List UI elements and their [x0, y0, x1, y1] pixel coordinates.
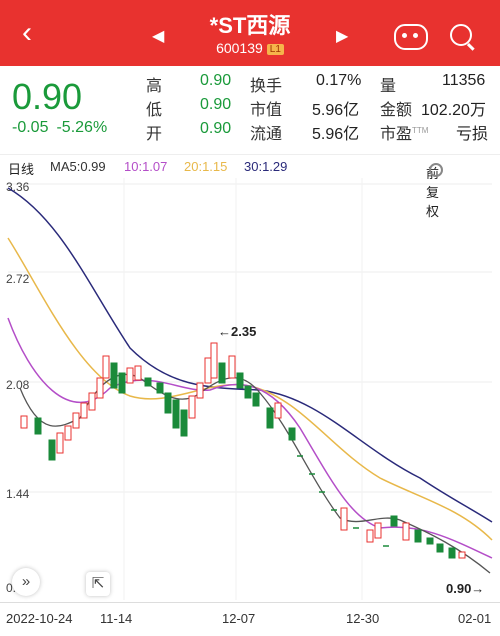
candle	[80, 402, 88, 419]
current-price: 0.90	[12, 76, 83, 117]
candle	[134, 365, 142, 381]
candle	[204, 357, 212, 384]
change-value: -0.05	[12, 119, 49, 136]
high-value: 0.90	[200, 72, 232, 89]
candle	[144, 377, 152, 387]
candle	[88, 392, 96, 411]
candle	[448, 547, 456, 559]
candle	[414, 529, 422, 543]
candle	[426, 537, 434, 545]
mktcap-label: 市值	[250, 102, 283, 119]
kline-chart[interactable]: 3.36 2.72 2.08 1.44 0.80 ←2.35 0.90→	[0, 178, 500, 600]
low-value: 0.90	[200, 96, 232, 113]
candle	[102, 355, 110, 379]
y-tick-label: 2.72	[6, 272, 30, 286]
ma20-legend: 20:1.15	[184, 159, 228, 174]
ma5-legend: MA5:0.99	[50, 159, 106, 174]
x-axis: 2022-10-24 11-14 12-07 12-30 02-01	[0, 602, 500, 633]
candle	[72, 412, 80, 429]
turnover-label: 换手	[250, 78, 283, 95]
x-tick-label: 02-01	[458, 611, 492, 626]
pe-ttm-sup: TTM	[412, 126, 429, 135]
tab-period[interactable]: 日线	[8, 159, 34, 178]
candle	[374, 522, 382, 539]
candle	[48, 439, 56, 461]
low-marker-label: 0.90→	[446, 581, 484, 596]
open-label: 开	[146, 126, 163, 143]
candle	[366, 529, 374, 543]
search-icon[interactable]	[450, 24, 472, 46]
ma30-legend: 30:1.29	[244, 159, 288, 174]
candle	[236, 372, 244, 389]
candle	[118, 372, 126, 394]
open-value: 0.90	[200, 120, 232, 137]
candle	[210, 342, 218, 379]
low-label: 低	[146, 102, 163, 119]
y-tick-label: 1.44	[6, 487, 30, 501]
candle	[288, 427, 296, 441]
candle	[390, 515, 398, 527]
pe-label-text: 市盈	[380, 126, 413, 143]
candle	[436, 543, 444, 553]
volume-label: 量	[380, 78, 397, 95]
candle	[458, 551, 466, 559]
candle	[110, 362, 118, 389]
candle	[96, 377, 104, 399]
ma-lines	[7, 187, 493, 574]
high-label: 高	[146, 78, 163, 95]
pe-value: 亏损	[456, 126, 489, 143]
candle	[340, 507, 348, 531]
turnover-value: 0.17%	[316, 72, 362, 89]
amount-label: 金额	[380, 102, 413, 119]
change-percent: -5.26%	[56, 119, 108, 136]
float-value: 5.96亿	[312, 126, 360, 143]
gear-icon[interactable]	[429, 163, 443, 177]
candle	[156, 382, 164, 394]
candle	[274, 402, 282, 419]
candle	[56, 432, 64, 454]
candle	[34, 417, 42, 435]
quote-panel: 0.90 -0.05 -5.26% 高 0.90 低 0.90 开 0.90 换手…	[0, 66, 500, 154]
expand-icon[interactable]: »	[12, 568, 40, 596]
high-marker-label: ←2.35	[218, 324, 256, 339]
x-tick-label: 12-30	[346, 611, 380, 626]
candle	[172, 399, 180, 429]
robot-icon[interactable]	[394, 24, 428, 50]
candle	[402, 522, 410, 541]
mktcap-value: 5.96亿	[312, 102, 360, 119]
candles	[20, 342, 466, 559]
candle	[266, 407, 274, 429]
candle	[164, 392, 172, 414]
x-tick-label: 2022-10-24	[6, 611, 73, 626]
candle	[126, 367, 134, 384]
candle	[218, 362, 226, 384]
candle	[228, 355, 236, 379]
candle	[188, 395, 196, 419]
volume-value: 11356	[442, 72, 486, 89]
price-change: -0.05 -5.26%	[12, 119, 115, 137]
candle	[252, 392, 260, 407]
y-tick-label: 3.36	[6, 180, 30, 194]
float-label: 流通	[250, 126, 283, 143]
pe-label: 市盈TTM	[380, 120, 428, 144]
candle	[196, 382, 204, 399]
candle	[20, 415, 28, 429]
y-tick-label: 2.08	[6, 378, 30, 392]
x-tick-label: 12-07	[222, 611, 256, 626]
x-tick-label: 11-14	[100, 611, 133, 626]
top-bar: ‹ ◀ *ST西源 ▶ 600139 L1	[0, 0, 500, 66]
stock-code: 600139	[216, 40, 263, 56]
amount-value: 102.20万	[421, 102, 486, 119]
fullscreen-icon[interactable]: ⇱	[86, 572, 110, 596]
candle	[180, 409, 188, 437]
ma10-legend: 10:1.07	[124, 159, 168, 174]
candle	[244, 385, 252, 399]
chart-tabs: 日线 MA5:0.99 10:1.07 20:1.15 30:1.29 前复权	[0, 154, 500, 219]
candle	[64, 425, 72, 441]
level-badge: L1	[266, 44, 284, 55]
